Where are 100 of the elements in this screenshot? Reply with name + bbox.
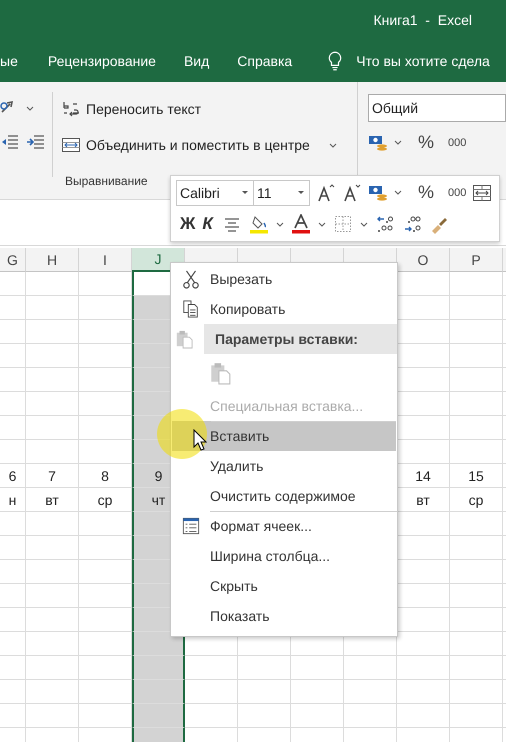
caret-icon[interactable] xyxy=(394,140,402,145)
fill-color-icon[interactable] xyxy=(248,214,269,234)
table-cell: н xyxy=(0,488,26,512)
thousands-button[interactable]: 000 xyxy=(448,186,466,199)
table-cell xyxy=(0,440,26,464)
caret-icon xyxy=(297,190,305,196)
menu-item[interactable]: Показать xyxy=(171,601,397,631)
table-cell xyxy=(26,392,79,416)
table-cell xyxy=(26,704,79,728)
table-cell xyxy=(0,368,26,392)
ribbon-tab[interactable]: Вид xyxy=(184,53,210,69)
lightbulb-icon[interactable] xyxy=(328,51,342,71)
table-cell xyxy=(397,656,450,680)
table-cell xyxy=(238,680,291,704)
ribbon-tab[interactable]: Справка xyxy=(237,53,292,69)
table-cell xyxy=(0,392,26,416)
font-color-icon[interactable] xyxy=(290,214,311,234)
table-cell xyxy=(26,320,79,344)
table-cell xyxy=(132,656,185,680)
table-cell xyxy=(397,704,450,728)
thousands-button[interactable]: 000 xyxy=(448,136,466,148)
table-cell xyxy=(26,512,79,536)
grow-font-icon[interactable] xyxy=(316,182,336,203)
clipboard-icon xyxy=(175,329,193,349)
merge-cells-icon[interactable] xyxy=(472,182,492,203)
font-size-dropdown[interactable]: 11 xyxy=(253,180,310,206)
table-cell xyxy=(0,296,26,320)
table-cell xyxy=(0,272,26,296)
table-cell xyxy=(0,656,26,680)
table-cell xyxy=(0,680,26,704)
format-cells-icon xyxy=(182,516,200,536)
column-header[interactable]: H xyxy=(26,248,79,272)
table-cell xyxy=(0,632,26,656)
table-cell xyxy=(26,608,79,632)
increase-decimal-icon[interactable] xyxy=(374,214,395,234)
menu-item[interactable]: Копировать xyxy=(171,294,397,324)
merge-center-button[interactable]: Объединить и поместить в центре xyxy=(61,132,357,158)
window-title: Книга1 - Excel xyxy=(373,12,472,28)
table-cell xyxy=(26,656,79,680)
column-header[interactable]: G xyxy=(0,248,26,272)
table-cell xyxy=(291,704,344,728)
caret-icon[interactable] xyxy=(328,142,337,148)
caret-icon[interactable] xyxy=(394,190,402,196)
table-cell: 6 xyxy=(0,464,26,488)
table-cell xyxy=(450,368,503,392)
percent-button[interactable]: % xyxy=(418,182,434,204)
table-cell xyxy=(291,656,344,680)
table-cell xyxy=(185,704,238,728)
borders-icon[interactable] xyxy=(332,214,353,234)
table-cell xyxy=(0,704,26,728)
table-cell xyxy=(450,296,503,320)
table-cell xyxy=(344,656,397,680)
table-cell xyxy=(238,656,291,680)
ribbon-tab[interactable]: Рецензирование xyxy=(48,53,156,69)
ribbon-tab[interactable]: ые xyxy=(0,53,18,69)
bold-button[interactable]: Ж xyxy=(180,214,196,234)
menu-item[interactable]: Вставить xyxy=(172,421,396,451)
table-cell: 15 xyxy=(450,464,503,488)
table-cell xyxy=(0,416,26,440)
italic-button[interactable]: К xyxy=(202,214,213,234)
table-cell xyxy=(450,560,503,584)
table-cell xyxy=(450,584,503,608)
table-cell xyxy=(450,416,503,440)
table-cell xyxy=(26,344,79,368)
table-cell xyxy=(0,608,26,632)
caret-icon[interactable] xyxy=(26,106,34,110)
table-cell xyxy=(26,272,79,296)
table-cell xyxy=(185,680,238,704)
table-cell xyxy=(450,344,503,368)
shrink-font-icon[interactable] xyxy=(342,182,362,203)
table-cell xyxy=(238,704,291,728)
table-cell xyxy=(26,536,79,560)
caret-icon[interactable] xyxy=(276,222,284,227)
mouse-cursor-icon xyxy=(193,429,207,451)
percent-button[interactable]: % xyxy=(418,132,434,153)
table-cell xyxy=(450,440,503,464)
menu-item[interactable]: Скрыть xyxy=(171,571,397,601)
table-cell xyxy=(26,584,79,608)
table-cell xyxy=(450,608,503,632)
table-cell xyxy=(450,632,503,656)
caret-icon[interactable] xyxy=(360,222,368,227)
column-header[interactable]: P xyxy=(450,248,503,272)
table-cell xyxy=(0,536,26,560)
tell-me-search[interactable]: Что вы хотите сдела xyxy=(356,53,490,69)
table-cell: вт xyxy=(26,488,79,512)
cursor-highlight xyxy=(157,409,207,459)
wrap-text-button[interactable]: Переносить текст xyxy=(61,96,357,122)
table-cell: ср xyxy=(450,488,503,512)
table-cell xyxy=(450,512,503,536)
table-cell xyxy=(132,680,185,704)
number-format-dropdown[interactable]: Общий xyxy=(368,94,506,122)
font-dropdown[interactable]: Calibri xyxy=(176,180,254,206)
column-header[interactable]: I xyxy=(79,248,132,272)
table-cell xyxy=(26,632,79,656)
table-cell xyxy=(397,680,450,704)
menu-item[interactable]: Ширина столбца... xyxy=(171,541,397,571)
column-header[interactable]: O xyxy=(397,248,450,272)
caret-icon[interactable] xyxy=(318,222,326,227)
table-cell xyxy=(0,584,26,608)
table-cell xyxy=(26,368,79,392)
